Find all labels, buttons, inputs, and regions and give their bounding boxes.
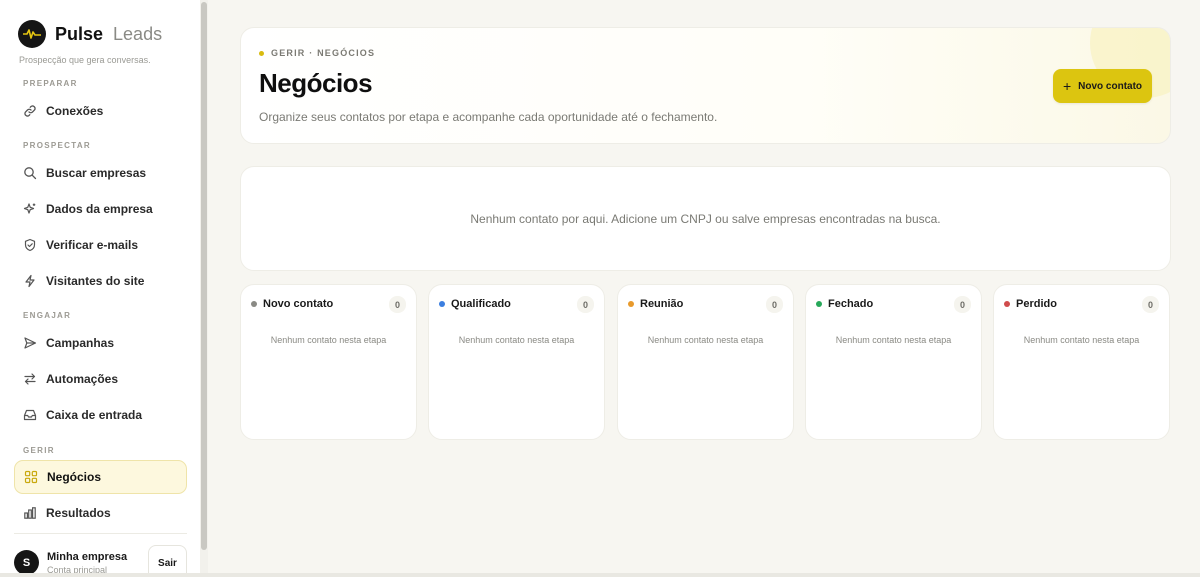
empty-state-message: Nenhum contato por aqui. Adicione um CNP… [470, 211, 941, 226]
bolt-icon [23, 274, 37, 288]
breadcrumb-text: GERIR · NEGÓCIOS [271, 48, 376, 58]
sidebar-item-label: Dados da empresa [46, 202, 153, 216]
sidebar-item-campanhas[interactable]: Campanhas [14, 326, 187, 360]
sparkle-icon [23, 202, 37, 216]
stage-count-badge: 0 [577, 296, 594, 313]
stage-title: Novo contato [263, 298, 334, 310]
sidebar-item-label: Verificar e-mails [46, 238, 139, 252]
stage-dot-icon [628, 301, 634, 307]
section-label-gerir: GERIR [23, 446, 55, 455]
send-icon [23, 336, 37, 350]
stage-empty-message: Nenhum contato nesta etapa [835, 335, 952, 345]
sidebar-item-label: Visitantes do site [46, 274, 145, 288]
stage-title: Perdido [1016, 298, 1057, 310]
stage-dot-icon [1004, 301, 1010, 307]
account-switcher[interactable]: S Minha empresa Conta principal [14, 547, 127, 575]
sidebar-divider [14, 533, 187, 534]
sidebar-item-conexoes[interactable]: Conexões [14, 94, 187, 128]
sidebar-item-visitantes-site[interactable]: Visitantes do site [14, 264, 187, 298]
sidebar-item-label: Conexões [46, 104, 104, 118]
stage-count-badge: 0 [954, 296, 971, 313]
stage-empty-message: Nenhum contato nesta etapa [647, 335, 764, 345]
stage-dot-icon [816, 301, 822, 307]
sidebar-item-label: Buscar empresas [46, 166, 147, 180]
brand-suffix: Leads [113, 23, 163, 44]
pipeline-column-fechado: Fechado 0 Nenhum contato nesta etapa [805, 284, 982, 440]
account-name: Minha empresa [47, 551, 128, 563]
bar-chart-icon [23, 506, 37, 520]
pulse-logo-icon [18, 20, 46, 48]
stage-title: Fechado [828, 298, 874, 310]
page-description: Organize seus contatos por etapa e acomp… [259, 110, 718, 124]
brand-tagline: Prospecção que gera conversas. [19, 55, 151, 65]
stage-dot-icon [439, 301, 445, 307]
brand[interactable]: Pulse Leads [18, 20, 162, 48]
sidebar-item-resultados[interactable]: Resultados [14, 496, 187, 530]
sidebar-item-label: Campanhas [46, 336, 115, 350]
stage-count-badge: 0 [766, 296, 783, 313]
stage-empty-message: Nenhum contato nesta etapa [270, 335, 387, 345]
sidebar-item-label: Negócios [47, 470, 102, 484]
stage-count-badge: 0 [389, 296, 406, 313]
sidebar-scrollbar-thumb[interactable] [201, 2, 207, 550]
swap-arrows-icon [23, 372, 37, 386]
avatar: S [14, 550, 39, 575]
sidebar-item-caixa-entrada[interactable]: Caixa de entrada [14, 398, 187, 432]
page-header: GERIR · NEGÓCIOS Negócios Organize seus … [240, 27, 1171, 144]
sidebar-item-dados-empresa[interactable]: Dados da empresa [14, 192, 187, 226]
pipeline-column-perdido: Perdido 0 Nenhum contato nesta etapa [993, 284, 1170, 440]
sidebar-item-label: Automações [46, 372, 119, 386]
empty-state-panel: Nenhum contato por aqui. Adicione um CNP… [240, 166, 1171, 271]
pipeline-column-reuniao: Reunião 0 Nenhum contato nesta etapa [617, 284, 794, 440]
sidebar-item-label: Resultados [46, 506, 111, 520]
sidebar-item-buscar-empresas[interactable]: Buscar empresas [14, 156, 187, 190]
stage-dot-icon [251, 301, 257, 307]
sidebar-item-negocios[interactable]: Negócios [14, 460, 187, 494]
brand-name: Pulse [55, 23, 104, 44]
stage-title: Qualificado [451, 298, 511, 310]
section-label-engajar: ENGAJAR [23, 311, 72, 320]
section-label-preparar: PREPARAR [23, 79, 78, 88]
shield-check-icon [23, 238, 37, 252]
bottom-divider [0, 573, 1200, 577]
sidebar-item-label: Caixa de entrada [46, 408, 143, 422]
new-contact-button[interactable]: + Novo contato [1053, 69, 1152, 103]
sidebar-item-automacoes[interactable]: Automações [14, 362, 187, 396]
page-title: Negócios [259, 68, 373, 98]
stage-empty-message: Nenhum contato nesta etapa [458, 335, 575, 345]
sidebar: Pulse Leads Prospecção que gera conversa… [0, 0, 208, 577]
search-icon [23, 166, 37, 180]
pipeline-column-qualificado: Qualificado 0 Nenhum contato nesta etapa [428, 284, 605, 440]
inbox-icon [23, 408, 37, 422]
plus-icon: + [1062, 78, 1072, 94]
link-icon [23, 104, 37, 118]
grid-icon [24, 470, 38, 484]
stage-count-badge: 0 [1142, 296, 1159, 313]
breadcrumb: GERIR · NEGÓCIOS [259, 48, 375, 58]
new-contact-button-label: Novo contato [1078, 80, 1143, 92]
section-label-prospectar: PROSPECTAR [23, 141, 91, 150]
stage-empty-message: Nenhum contato nesta etapa [1023, 335, 1140, 345]
sidebar-item-verificar-emails[interactable]: Verificar e-mails [14, 228, 187, 262]
pipeline-column-novo-contato: Novo contato 0 Nenhum contato nesta etap… [240, 284, 417, 440]
breadcrumb-dot-icon [259, 50, 264, 56]
stage-title: Reunião [640, 298, 684, 310]
